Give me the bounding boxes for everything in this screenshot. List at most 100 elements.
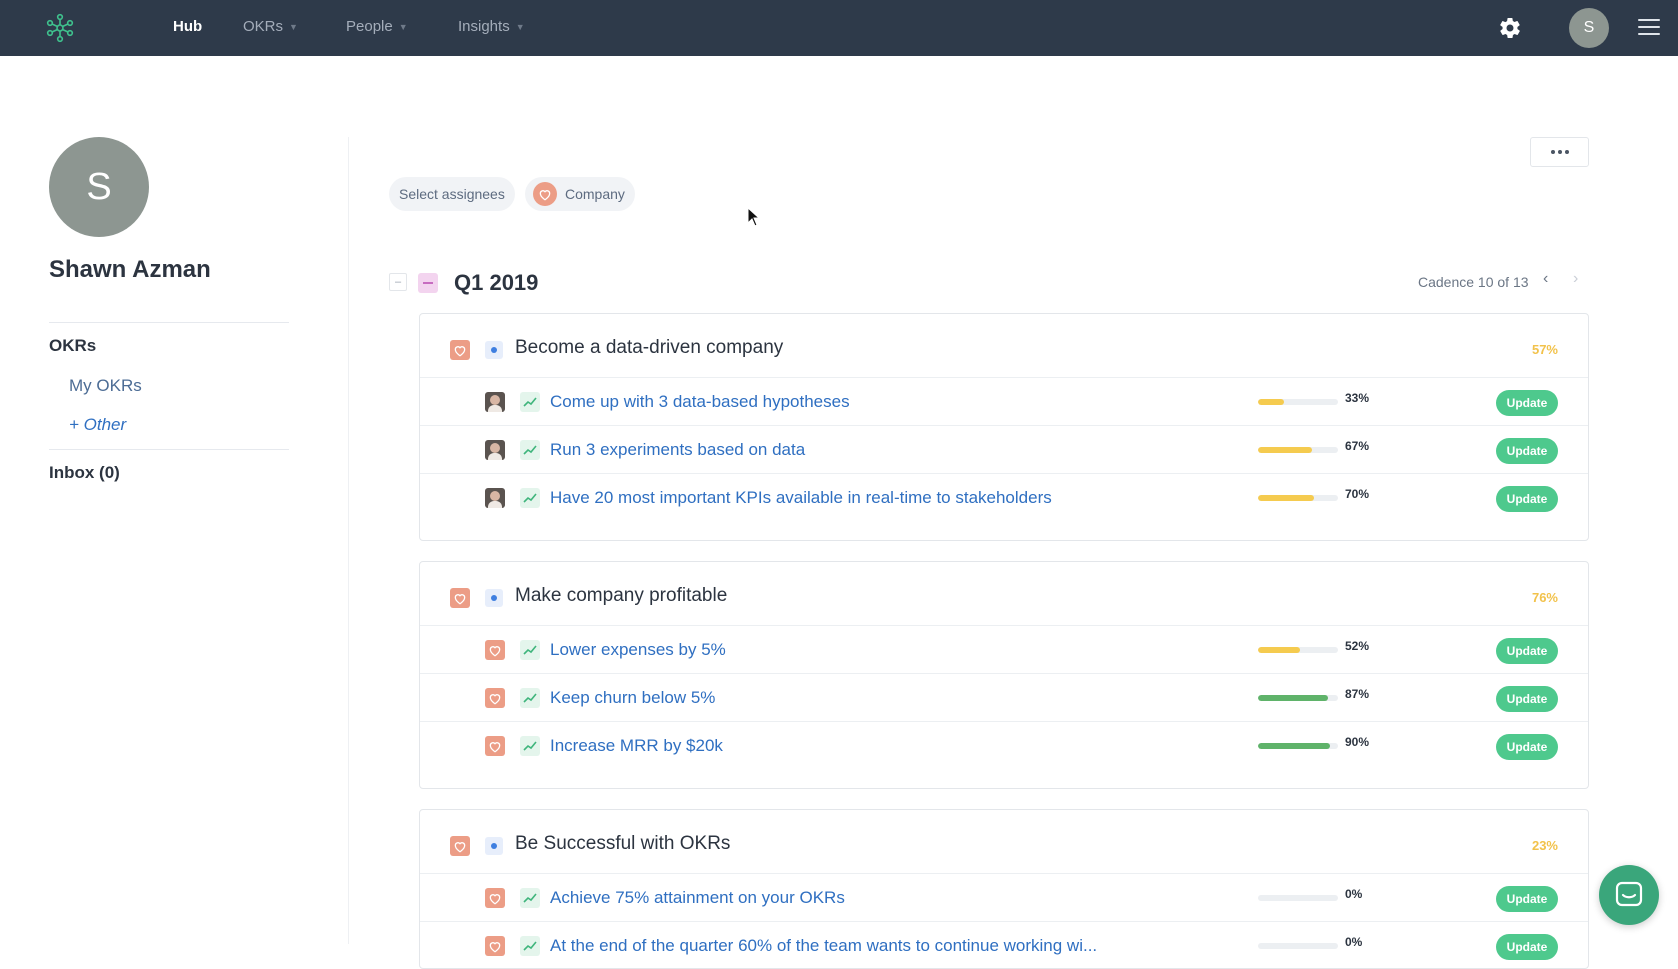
- nav-people[interactable]: People ▼: [346, 18, 408, 35]
- update-button[interactable]: Update: [1496, 734, 1558, 760]
- key-result-title[interactable]: Lower expenses by 5%: [550, 640, 726, 660]
- objective-card: Become a data-driven company 57% Come up…: [419, 313, 1589, 541]
- update-button[interactable]: Update: [1496, 390, 1558, 416]
- collapse-button[interactable]: –: [389, 273, 407, 291]
- heart-icon: [485, 688, 505, 708]
- key-result-progress: 67%: [1345, 439, 1370, 453]
- objective-progress: 23%: [1531, 838, 1558, 853]
- sidebar-separator: [348, 137, 349, 944]
- more-dots-icon: [1550, 150, 1555, 154]
- sidebar-item-inbox[interactable]: Inbox (0): [49, 463, 120, 483]
- key-result-progress: 0%: [1345, 887, 1363, 901]
- objective-card: Make company profitable 76% Lower expens…: [419, 561, 1589, 789]
- key-result-row: Come up with 3 data-based hypotheses 33%…: [420, 378, 1588, 426]
- nav-insights[interactable]: Insights ▼: [458, 18, 525, 35]
- user-avatar[interactable]: S: [1569, 8, 1609, 48]
- key-result-title[interactable]: At the end of the quarter 60% of the tea…: [550, 936, 1097, 956]
- chat-launcher-button[interactable]: [1599, 865, 1659, 925]
- heart-icon: [485, 888, 505, 908]
- progress-bar: [1258, 743, 1338, 749]
- objective-row[interactable]: Be Successful with OKRs 23%: [420, 810, 1588, 874]
- key-result-row: Lower expenses by 5% 52% Update: [420, 626, 1588, 674]
- more-options-button[interactable]: [1530, 137, 1589, 167]
- progress-bar: [1258, 647, 1338, 653]
- key-result-row: Have 20 most important KPIs available in…: [420, 474, 1588, 522]
- trend-icon: [520, 888, 540, 908]
- sidebar-divider: [49, 322, 289, 323]
- trend-icon: [520, 392, 540, 412]
- objective-title[interactable]: Make company profitable: [515, 585, 727, 607]
- cadence-label: Cadence 10 of 13: [1418, 274, 1529, 290]
- update-button[interactable]: Update: [1496, 638, 1558, 664]
- objective-card: Be Successful with OKRs 23% Achieve 75% …: [419, 809, 1589, 969]
- nav-okrs[interactable]: OKRs ▼: [243, 18, 298, 35]
- cadence-title: Q1 2019: [454, 270, 539, 295]
- progress-bar: [1258, 895, 1338, 901]
- cadence-prev-icon[interactable]: ‹: [1543, 270, 1548, 288]
- select-assignees-chip[interactable]: Select assignees: [389, 177, 515, 211]
- hamburger-icon[interactable]: [1638, 19, 1660, 37]
- owner-avatar: [485, 440, 505, 460]
- profile-avatar: S: [49, 137, 149, 237]
- trend-icon: [520, 736, 540, 756]
- sidebar-okrs-heading[interactable]: OKRs: [49, 336, 96, 356]
- key-result-row: Increase MRR by $20k 90% Update: [420, 722, 1588, 770]
- user-avatar-initial: S: [1583, 19, 1595, 36]
- key-result-row: Run 3 experiments based on data 67% Upda…: [420, 426, 1588, 474]
- progress-bar: [1258, 495, 1338, 501]
- key-result-progress: 0%: [1345, 935, 1363, 949]
- heart-icon: [450, 340, 470, 360]
- company-filter-chip[interactable]: Company: [525, 177, 635, 211]
- key-result-progress: 87%: [1345, 687, 1370, 701]
- update-button[interactable]: Update: [1496, 886, 1558, 912]
- logo-icon[interactable]: [44, 12, 76, 44]
- sidebar-item-other[interactable]: + Other: [69, 415, 126, 435]
- key-result-title[interactable]: Increase MRR by $20k: [550, 736, 723, 756]
- key-result-title[interactable]: Come up with 3 data-based hypotheses: [550, 392, 850, 412]
- objective-title[interactable]: Become a data-driven company: [515, 337, 783, 359]
- profile-name: Shawn Azman: [49, 256, 211, 283]
- nav-hub[interactable]: Hub: [173, 18, 202, 35]
- key-result-row: Achieve 75% attainment on your OKRs 0% U…: [420, 874, 1588, 922]
- key-result-row: At the end of the quarter 60% of the tea…: [420, 922, 1588, 968]
- mouse-cursor-icon: [747, 207, 761, 227]
- chevron-down-icon: ▼: [398, 21, 408, 32]
- objective-row[interactable]: Make company profitable 76%: [420, 562, 1588, 626]
- profile-avatar-initial: S: [86, 165, 112, 208]
- key-result-row: Keep churn below 5% 87% Update: [420, 674, 1588, 722]
- key-result-progress: 52%: [1345, 639, 1370, 653]
- owner-avatar: [485, 392, 505, 412]
- key-result-title[interactable]: Run 3 experiments based on data: [550, 440, 805, 460]
- nav-insights-label: Insights: [458, 18, 510, 35]
- objective-title[interactable]: Be Successful with OKRs: [515, 833, 730, 855]
- top-nav: Hub OKRs ▼ People ▼ Insights ▼ S: [0, 0, 1678, 56]
- trend-icon: [520, 488, 540, 508]
- chat-icon: [1615, 881, 1643, 907]
- key-result-title[interactable]: Keep churn below 5%: [550, 688, 715, 708]
- objective-type-icon: [485, 837, 503, 855]
- progress-bar: [1258, 399, 1338, 405]
- heart-icon: [485, 936, 505, 956]
- chevron-down-icon: ▼: [289, 21, 298, 32]
- trend-icon: [520, 688, 540, 708]
- trend-icon: [520, 640, 540, 660]
- update-button[interactable]: Update: [1496, 686, 1558, 712]
- nav-people-label: People: [346, 18, 393, 35]
- gear-icon[interactable]: [1498, 16, 1522, 40]
- progress-bar: [1258, 695, 1338, 701]
- objective-type-icon: [485, 341, 503, 359]
- update-button[interactable]: Update: [1496, 934, 1558, 960]
- owner-avatar: [485, 488, 505, 508]
- heart-icon: [485, 640, 505, 660]
- update-button[interactable]: Update: [1496, 486, 1558, 512]
- key-result-title[interactable]: Have 20 most important KPIs available in…: [550, 488, 1052, 508]
- company-filter-label: Company: [565, 186, 625, 202]
- heart-icon: [450, 836, 470, 856]
- sidebar-item-my-okrs[interactable]: My OKRs: [69, 376, 142, 396]
- objective-row[interactable]: Become a data-driven company 57%: [420, 314, 1588, 378]
- heart-icon: [450, 588, 470, 608]
- cadence-next-icon[interactable]: ›: [1573, 270, 1578, 288]
- update-button[interactable]: Update: [1496, 438, 1558, 464]
- key-result-title[interactable]: Achieve 75% attainment on your OKRs: [550, 888, 845, 908]
- objective-progress: 57%: [1531, 342, 1558, 357]
